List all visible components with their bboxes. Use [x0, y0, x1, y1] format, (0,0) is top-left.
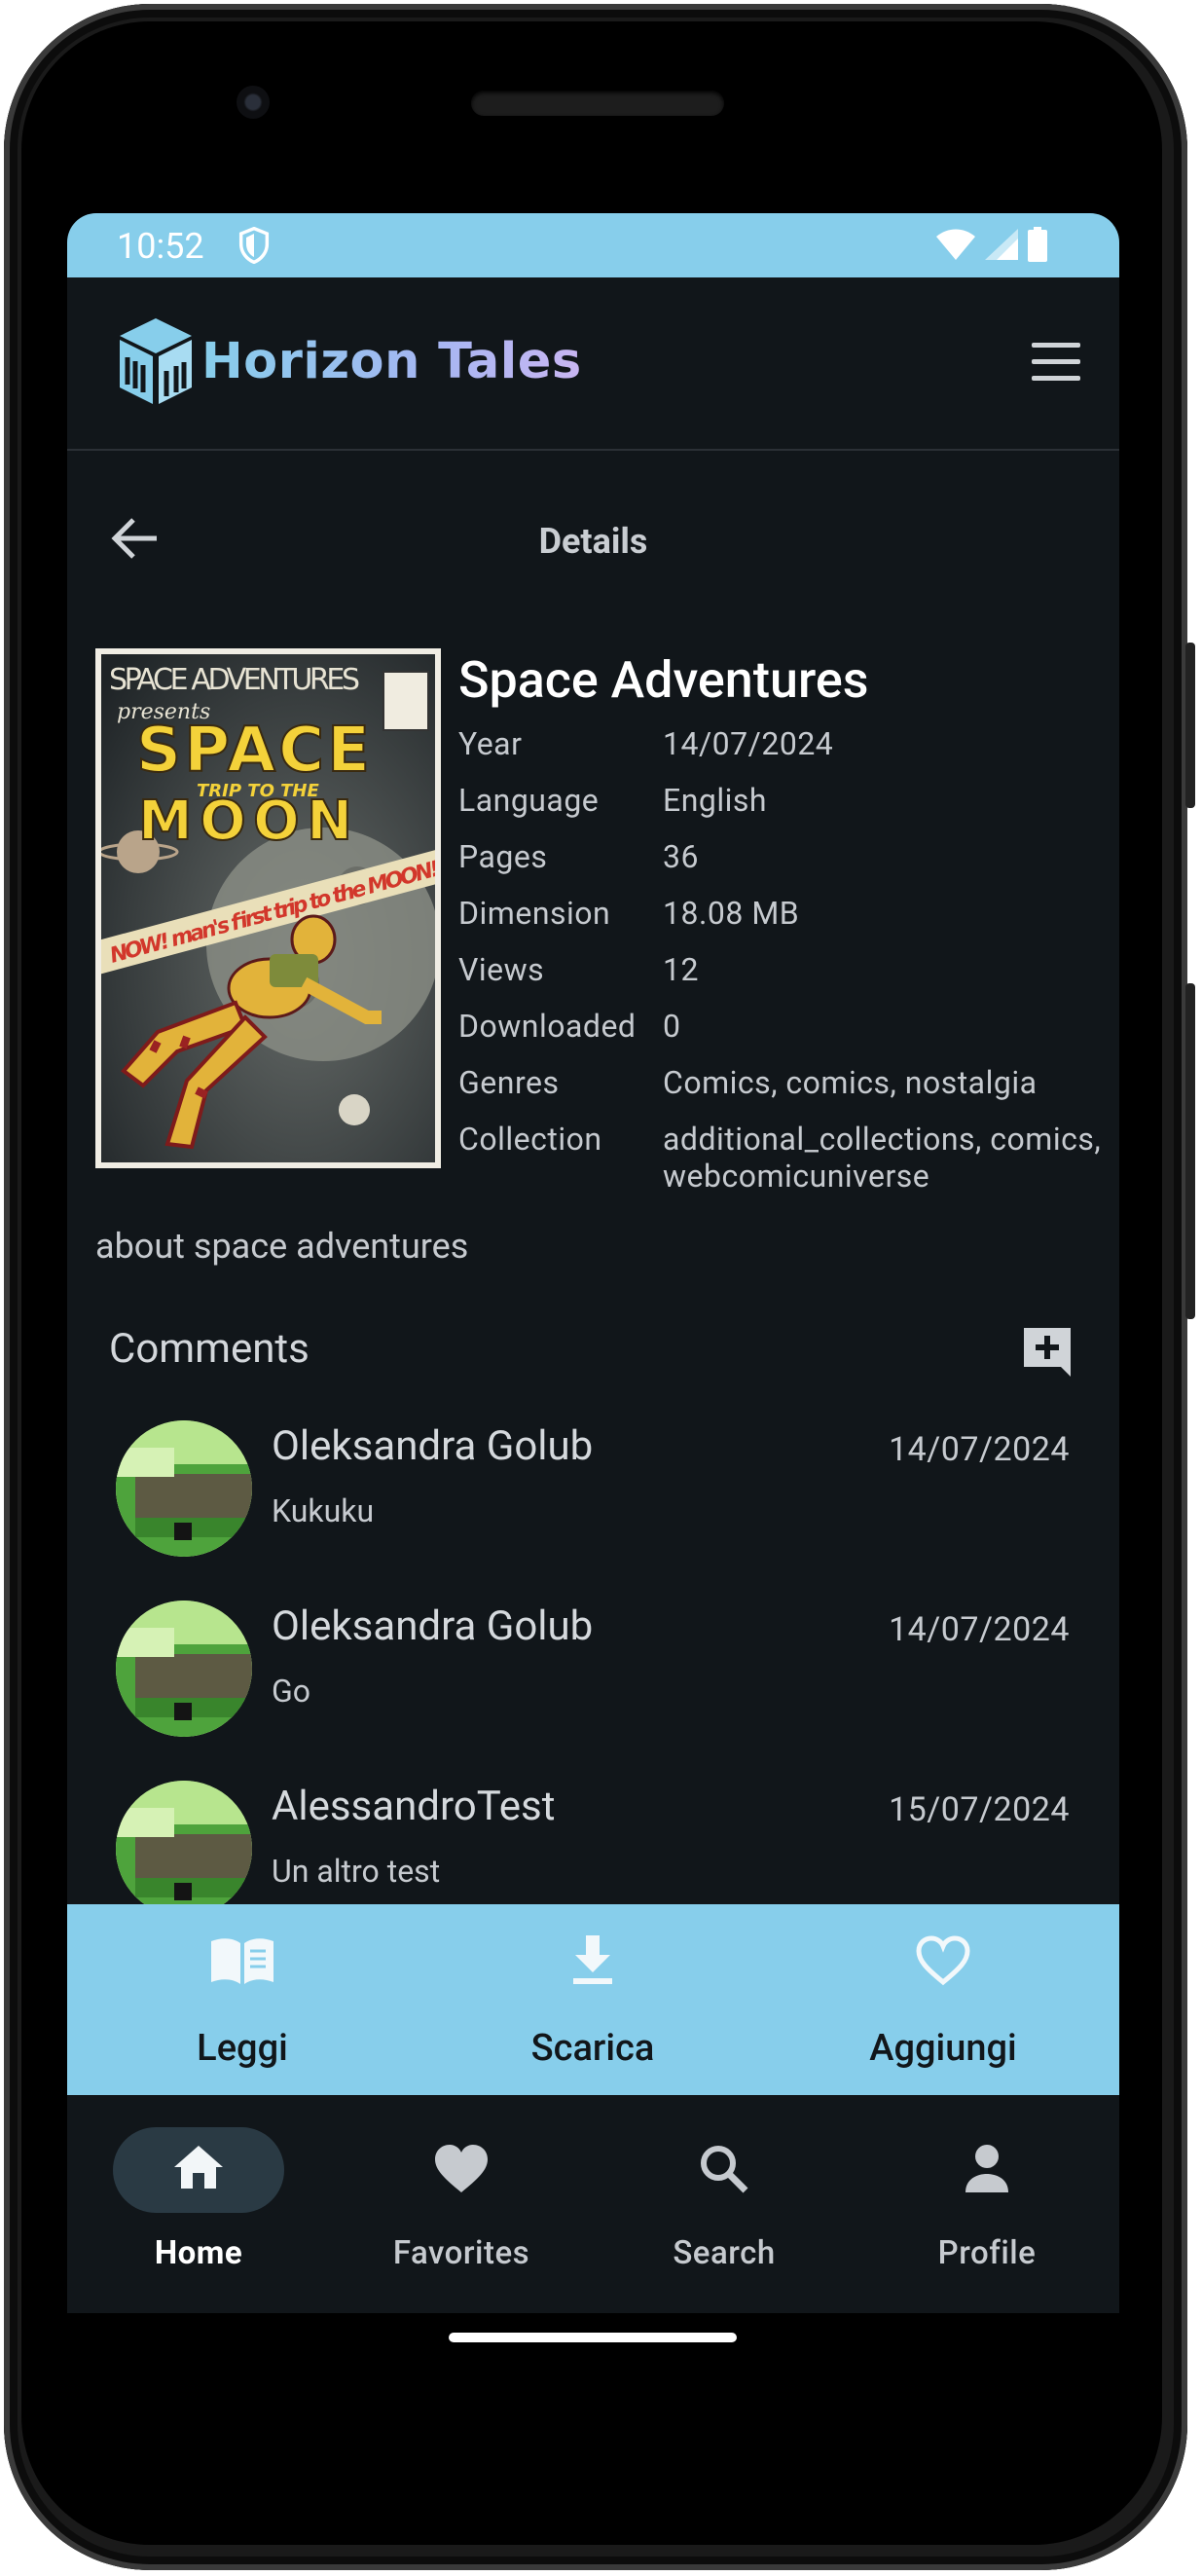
meta-label: Pages: [458, 838, 548, 875]
nav-search-label: Search: [673, 2234, 776, 2272]
avatar: [116, 1601, 252, 1737]
meta-label: Year: [458, 725, 523, 762]
nav-profile-label: Profile: [937, 2234, 1037, 2272]
read-label: Leggi: [197, 2027, 288, 2070]
nav-favorites-label: Favorites: [392, 2234, 530, 2272]
cover-top-text: SPACE ADVENTURES: [109, 663, 360, 697]
status-bar: 10:52: [67, 213, 1119, 277]
comic-info: Space Adventures Year 14/07/2024 Languag…: [458, 650, 1119, 1196]
download-icon: [573, 1935, 612, 1984]
meta-value: 36: [663, 838, 699, 875]
app-name: Horizon Tales: [201, 332, 582, 390]
logo-cube-icon: [120, 318, 192, 404]
meta-value: English: [663, 782, 768, 819]
comic-title: Space Adventures: [458, 650, 869, 710]
detail-header: Details: [67, 451, 1119, 607]
wifi-icon: [936, 229, 975, 260]
comic-cover-image[interactable]: SPACE ADVENTURES presents SPACE TRIP TO …: [81, 648, 456, 1168]
meta-label: Genres: [458, 1064, 560, 1101]
home-icon: [174, 2146, 223, 2189]
meta-row-views: Views 12: [458, 951, 1119, 988]
comment-item: Oleksandra Golub 14/07/2024 Go: [116, 1601, 1070, 1747]
front-camera: [237, 86, 270, 119]
meta-label: Language: [458, 782, 600, 819]
page-title: Details: [538, 521, 648, 562]
meta-row-collection: Collection additional_collections, comic…: [458, 1121, 1119, 1195]
comment-item: Oleksandra Golub 14/07/2024 Kukuku: [116, 1420, 1070, 1566]
meta-value: Comics, comics, nostalgia: [663, 1064, 1038, 1101]
heart-outline-icon: [916, 1935, 970, 1986]
avatar: [116, 1781, 252, 1917]
hamburger-menu-icon[interactable]: [1032, 343, 1080, 382]
meta-row-year: Year 14/07/2024: [458, 725, 1119, 762]
comic-description: about space adventures: [95, 1226, 469, 1267]
meta-value: 12: [663, 951, 699, 988]
shield-icon: [238, 226, 270, 268]
app-bar: Horizon Tales: [67, 277, 1119, 451]
comment-author: AlessandroTest: [272, 1783, 556, 1830]
battery-icon: [1028, 227, 1047, 262]
nav-home-label: Home: [154, 2234, 243, 2272]
meta-value: 0: [663, 1008, 681, 1045]
status-time: 10:52: [117, 226, 204, 267]
avatar: [116, 1420, 252, 1557]
meta-value: 14/07/2024: [663, 725, 834, 762]
meta-label: Views: [458, 951, 545, 988]
comment-author: Oleksandra Golub: [272, 1422, 594, 1470]
cover-moon-text: MOON: [138, 790, 352, 853]
comment-date: 15/07/2024: [889, 1790, 1070, 1829]
app-logo[interactable]: Horizon Tales: [116, 316, 582, 406]
read-button[interactable]: Leggi: [67, 1904, 418, 2095]
comments-heading: Comments: [109, 1325, 310, 1373]
nav-profile[interactable]: Profile: [856, 2095, 1118, 2313]
meta-row-downloaded: Downloaded 0: [458, 1008, 1119, 1045]
heart-icon: [435, 2145, 488, 2192]
add-favorite-label: Aggiungi: [869, 2027, 1017, 2070]
meta-row-genres: Genres Comics, comics, nostalgia: [458, 1064, 1119, 1101]
bottom-navigation: Home Favorites Search Profile: [67, 2095, 1119, 2313]
comment-text: Go: [272, 1673, 311, 1710]
power-button: [1185, 643, 1195, 808]
earpiece-speaker: [471, 91, 724, 116]
search-icon: [701, 2146, 748, 2193]
comment-text: Un altro test: [272, 1853, 441, 1890]
meta-row-pages: Pages 36: [458, 838, 1119, 875]
comment-date: 14/07/2024: [889, 1610, 1070, 1649]
meta-row-language: Language English: [458, 782, 1119, 819]
book-icon: [211, 1938, 273, 1984]
nav-home[interactable]: Home: [67, 2095, 330, 2313]
add-favorite-button[interactable]: Aggiungi: [768, 1904, 1118, 2095]
person-icon: [965, 2145, 1008, 2192]
comment-date: 14/07/2024: [889, 1430, 1070, 1469]
meta-label: Collection: [458, 1121, 602, 1158]
download-label: Scarica: [530, 2027, 655, 2070]
volume-button: [1185, 983, 1195, 1319]
action-bar: Leggi Scarica Aggiungi: [67, 1904, 1119, 2095]
meta-value: 18.08 MB: [663, 895, 800, 932]
signal-icon: [985, 229, 1018, 260]
cover-space-text: SPACE: [136, 715, 370, 787]
add-comment-icon[interactable]: [1020, 1324, 1075, 1379]
meta-label: Dimension: [458, 895, 611, 932]
meta-row-dimension: Dimension 18.08 MB: [458, 895, 1119, 932]
meta-label: Downloaded: [458, 1008, 637, 1045]
status-icons: [936, 227, 1047, 262]
nav-favorites[interactable]: Favorites: [330, 2095, 593, 2313]
comment-author: Oleksandra Golub: [272, 1602, 594, 1650]
gesture-home-bar[interactable]: [449, 2333, 737, 2342]
meta-value: additional_collections, comics, webcomic…: [663, 1121, 1102, 1195]
screen: 10:52 Horizon Tales Details SPACE ADVENT…: [67, 213, 1119, 2313]
nav-search[interactable]: Search: [593, 2095, 856, 2313]
comment-text: Kukuku: [272, 1492, 375, 1529]
cover-illustration: SPACE ADVENTURES presents SPACE TRIP TO …: [81, 650, 456, 1166]
download-button[interactable]: Scarica: [418, 1904, 768, 2095]
